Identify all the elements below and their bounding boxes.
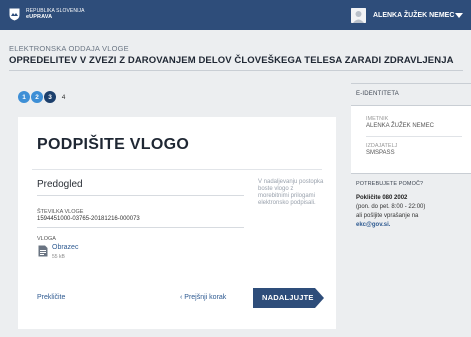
- help-hours: (pon. do pet. 8:00 - 22:00): [356, 204, 426, 210]
- help-email-link[interactable]: ekc@gov.si.: [356, 222, 390, 228]
- holder-label: IMETNIK: [366, 116, 389, 122]
- user-name[interactable]: ALENKA ŽUŽEK NEMEC: [373, 12, 454, 19]
- help-mail-text: ali pošljite vprašanje na: [356, 213, 419, 219]
- page-title: OPREDELITEV V ZVEZI Z DAROVANJEM DELOV Č…: [9, 55, 454, 66]
- preview-divider: [37, 195, 244, 196]
- document-size: 55 kB: [52, 254, 65, 260]
- signing-note: V nadaljevanju postopka boste vlogo z mo…: [258, 179, 324, 206]
- pdf-document-icon[interactable]: [38, 245, 48, 257]
- section-label: ELEKTRONSKA ODDAJA VLOGE: [9, 44, 129, 53]
- step-3: 3: [44, 91, 56, 103]
- user-avatar-icon[interactable]: [351, 8, 366, 23]
- card-divider: [32, 169, 322, 170]
- previous-step-button[interactable]: ‹ Prejšnji korak: [180, 294, 226, 301]
- heading-divider: [9, 70, 463, 71]
- application-label: VLOGA: [37, 236, 56, 242]
- application-number-label: ŠTEVILKA VLOGE: [37, 209, 84, 215]
- step-2: 2: [31, 91, 43, 103]
- chevron-down-icon[interactable]: [455, 13, 463, 18]
- coat-of-arms-icon: [9, 8, 20, 21]
- identity-divider: [366, 136, 462, 137]
- cancel-button[interactable]: Prekličite: [37, 294, 65, 301]
- preview-heading: Predogled: [37, 179, 83, 190]
- brand-line2: eUPRAVA: [26, 14, 53, 20]
- brand[interactable]: REPUBLIKA SLOVENIJA eUPRAVA: [26, 8, 85, 20]
- continue-button[interactable]: NADALJUJTE: [253, 288, 324, 308]
- step-4: 4: [61, 93, 66, 101]
- issuer-value: SMSPASS: [366, 150, 395, 156]
- holder-value: ALENKA ŽUŽEK NEMEC: [366, 123, 435, 129]
- step-indicator: 1 2 3 4: [18, 91, 69, 103]
- e-identity-header: E-IDENTITETA: [351, 83, 471, 106]
- card-title: PODPIŠITE VLOGO: [37, 136, 190, 153]
- continue-button-label: NADALJUJTE: [262, 293, 314, 302]
- step-1: 1: [18, 91, 30, 103]
- sign-card: PODPIŠITE VLOGO Predogled ŠTEVILKA VLOGE…: [18, 117, 336, 329]
- help-phone: Pokličite 080 2002: [356, 195, 408, 201]
- help-heading: POTREBUJETE POMOČ?: [356, 181, 424, 187]
- document-link[interactable]: Obrazec: [52, 244, 78, 251]
- help-panel: POTREBUJETE POMOČ? Pokličite 080 2002 (p…: [351, 173, 471, 243]
- number-divider: [37, 227, 244, 228]
- top-bar: REPUBLIKA SLOVENIJA eUPRAVA ALENKA ŽUŽEK…: [0, 0, 471, 30]
- application-number-value: 1594451000-03765-20181216-000073: [37, 216, 140, 222]
- e-identity-heading: E-IDENTITETA: [356, 91, 399, 97]
- issuer-label: IZDAJATELJ: [366, 143, 398, 149]
